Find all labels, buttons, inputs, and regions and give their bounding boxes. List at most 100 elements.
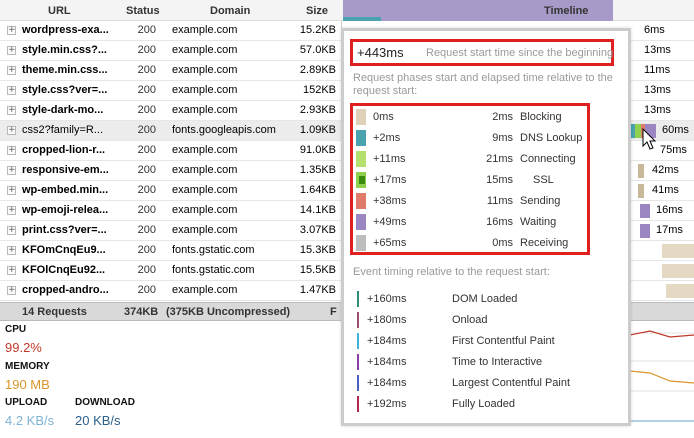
row-size: 91.0KB <box>299 144 336 156</box>
cpu-label: CPU <box>5 324 27 335</box>
event-name: Fully Loaded <box>452 398 515 410</box>
expand-icon[interactable]: + <box>7 246 16 255</box>
event-name: Largest Contentful Paint <box>452 377 571 389</box>
request-start-value: +443ms <box>357 45 404 60</box>
row-size: 1.35KB <box>299 164 336 176</box>
row-url: KFOlCnqEu92... <box>22 264 106 276</box>
row-url: wp-emoji-relea... <box>22 204 109 216</box>
event-row: +192ms Fully Loaded <box>354 394 614 414</box>
timeline-segment <box>640 224 650 238</box>
row-timing: 13ms <box>644 84 671 96</box>
upload-label: UPLOAD <box>5 397 48 408</box>
phase-row: 0ms 2ms Blocking <box>353 107 587 128</box>
row-domain: example.com <box>172 84 238 96</box>
row-status: 200 <box>137 164 156 176</box>
timeline-header-label: Timeline <box>544 5 589 17</box>
row-domain: example.com <box>172 24 238 36</box>
phases-caption: Request phases start and elapsed time re… <box>353 72 613 98</box>
row-size: 57.0KB <box>299 44 336 56</box>
phase-color-swatch <box>356 151 366 167</box>
row-size: 152KB <box>302 84 336 96</box>
column-header-status[interactable]: Status <box>126 5 160 17</box>
row-url: css2?family=R... <box>22 124 103 136</box>
expand-icon[interactable]: + <box>7 46 16 55</box>
timeline-segment <box>662 244 694 258</box>
expand-icon[interactable]: + <box>7 226 16 235</box>
phase-color-swatch <box>356 130 366 146</box>
row-timing: 17ms <box>656 224 683 236</box>
phase-row: +11ms 21ms Connecting <box>353 149 587 170</box>
expand-icon[interactable]: + <box>7 66 16 75</box>
download-label: DOWNLOAD <box>75 397 135 408</box>
row-status: 200 <box>137 244 156 256</box>
column-header-domain[interactable]: Domain <box>210 5 250 17</box>
row-url: style.css?ver=... <box>22 84 108 96</box>
row-url: cropped-andro... <box>22 284 109 296</box>
phase-row: +17ms 15ms SSL <box>353 170 587 191</box>
memory-value: 190 MB <box>5 377 50 392</box>
row-timing: 42ms <box>652 164 679 176</box>
phases-caption-line-1: Request phases start and elapsed time re… <box>353 72 613 84</box>
column-header-url[interactable]: URL <box>48 5 71 17</box>
event-name: Onload <box>452 314 488 326</box>
row-domain: fonts.gstatic.com <box>172 264 255 276</box>
column-header-size[interactable]: Size <box>306 5 328 17</box>
phase-color-swatch <box>356 214 366 230</box>
row-status: 200 <box>137 44 156 56</box>
row-url: wp-embed.min... <box>22 184 109 196</box>
expand-icon[interactable]: + <box>7 146 16 155</box>
row-url: cropped-lion-r... <box>22 144 106 156</box>
event-time: +180ms <box>367 314 407 326</box>
phase-start: +17ms <box>373 174 407 186</box>
expand-icon[interactable]: + <box>7 126 16 135</box>
phase-name: Blocking <box>520 111 562 123</box>
expand-icon[interactable]: + <box>7 266 16 275</box>
event-row: +180ms Onload <box>354 310 614 330</box>
request-start-box: +443ms Request start time since the begi… <box>350 39 614 66</box>
row-status: 200 <box>137 284 156 296</box>
row-size: 1.64KB <box>299 184 336 196</box>
phase-start: +11ms <box>373 153 406 165</box>
phase-color-swatch <box>356 172 366 188</box>
event-time: +184ms <box>367 335 407 347</box>
phase-color-swatch <box>356 109 366 125</box>
phase-start: 0ms <box>373 111 394 123</box>
expand-icon[interactable]: + <box>7 26 16 35</box>
event-name: DOM Loaded <box>452 293 518 305</box>
row-timing: 13ms <box>644 44 671 56</box>
expand-icon[interactable]: + <box>7 206 16 215</box>
expand-icon[interactable]: + <box>7 166 16 175</box>
event-marker <box>357 354 359 370</box>
event-row: +184ms Largest Contentful Paint <box>354 373 614 393</box>
event-name: First Contentful Paint <box>452 335 555 347</box>
row-status: 200 <box>137 264 156 276</box>
row-status: 200 <box>137 144 156 156</box>
expand-icon[interactable]: + <box>7 186 16 195</box>
event-time: +184ms <box>367 356 407 368</box>
performance-graph <box>630 330 694 422</box>
phase-elapsed: 16ms <box>486 216 513 228</box>
row-domain: fonts.gstatic.com <box>172 244 255 256</box>
row-domain: example.com <box>172 144 238 156</box>
upload-value: 4.2 KB/s <box>5 413 55 428</box>
download-value: 20 KB/s <box>75 413 121 428</box>
row-url: style-dark-mo... <box>22 104 104 116</box>
row-size: 14.1KB <box>299 204 336 216</box>
row-domain: example.com <box>172 164 238 176</box>
phase-start: +49ms <box>373 216 407 228</box>
expand-icon[interactable]: + <box>7 86 16 95</box>
row-status: 200 <box>137 124 156 136</box>
memory-label: MEMORY <box>5 361 50 372</box>
row-timing: 11ms <box>644 64 671 76</box>
row-status: 200 <box>137 224 156 236</box>
phase-elapsed: 11ms <box>486 195 513 207</box>
event-marker <box>357 333 359 349</box>
timeline-segment <box>662 264 694 278</box>
row-domain: example.com <box>172 184 238 196</box>
event-row: +184ms Time to Interactive <box>354 352 614 372</box>
expand-icon[interactable]: + <box>7 286 16 295</box>
phase-name: Sending <box>520 195 561 207</box>
expand-icon[interactable]: + <box>7 106 16 115</box>
phase-start: +2ms <box>373 132 401 144</box>
event-time: +160ms <box>367 293 407 305</box>
